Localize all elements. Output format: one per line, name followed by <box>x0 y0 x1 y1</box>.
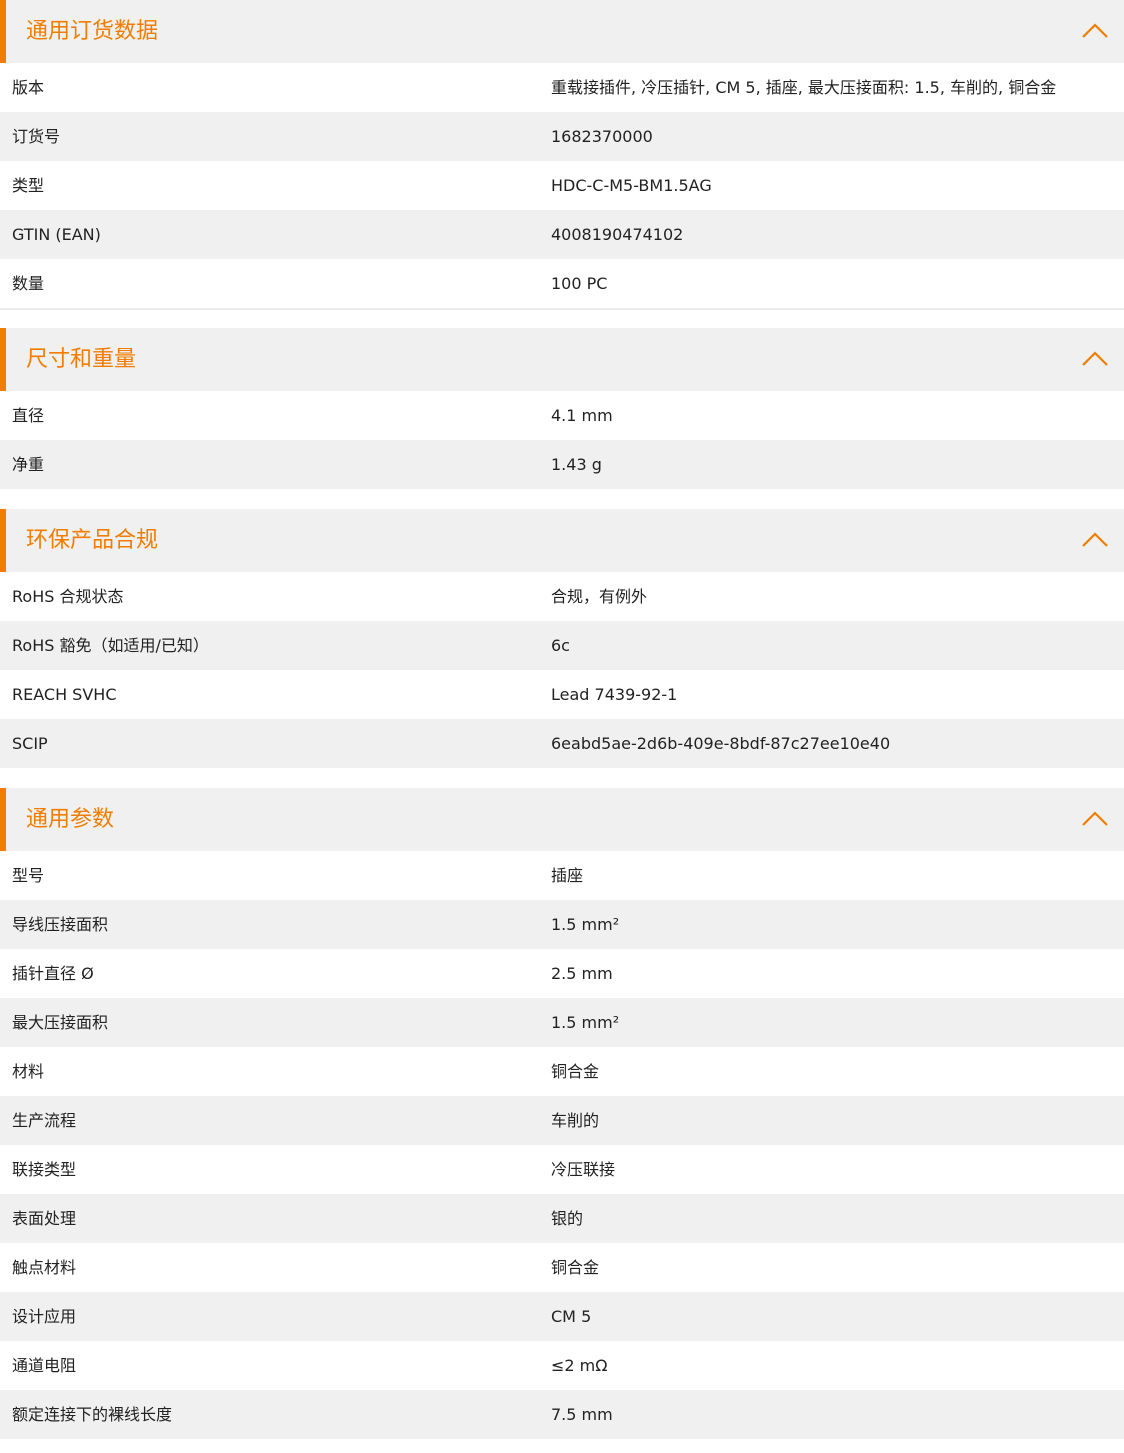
table-row: 数量 100 PC <box>0 259 1124 308</box>
table-row: 设计应用 CM 5 <box>0 1292 1124 1341</box>
chevron-up-icon[interactable] <box>1080 20 1110 42</box>
row-value: 6c <box>551 636 570 655</box>
row-label: 最大压接面积 <box>12 1013 109 1032</box>
section-title: 环保产品合规 <box>26 528 159 553</box>
row-label: 订货号 <box>12 127 61 146</box>
table-row: 生产流程 车削的 <box>0 1096 1124 1145</box>
row-label: GTIN (EAN) <box>12 225 101 244</box>
table-row: 联接类型 冷压联接 <box>0 1145 1124 1194</box>
row-label: 触点材料 <box>12 1258 77 1277</box>
row-label: 设计应用 <box>12 1307 77 1326</box>
row-value: CM 5 <box>551 1307 592 1326</box>
table-row: REACH SVHC Lead 7439-92-1 <box>0 670 1124 719</box>
row-label: 直径 <box>12 406 45 425</box>
row-value: 1.43 g <box>551 455 602 474</box>
row-label: RoHS 豁免（如适用/已知） <box>12 636 209 655</box>
table-row: RoHS 合规状态 合规，有例外 <box>0 572 1124 621</box>
table-row: RoHS 豁免（如适用/已知） 6c <box>0 621 1124 670</box>
table-row: SCIP 6eabd5ae-2d6b-409e-8bdf-87c27ee10e40 <box>0 719 1124 768</box>
row-value: 银的 <box>551 1209 584 1228</box>
row-label: SCIP <box>12 734 48 753</box>
section-accent-bar <box>0 0 6 63</box>
table-row: 导线压接面积 1.5 mm² <box>0 900 1124 949</box>
row-label: 生产流程 <box>12 1111 77 1130</box>
section-accent-bar <box>0 788 6 851</box>
row-value: 4008190474102 <box>551 225 684 244</box>
row-value: 铜合金 <box>551 1062 600 1081</box>
section-dimensions-weight: 尺寸和重量 直径 4.1 mm 净重 1.43 g <box>0 328 1124 489</box>
row-value: 合规，有例外 <box>551 587 648 606</box>
table-row: 型号 插座 <box>0 851 1124 900</box>
row-value: 7.5 mm <box>551 1405 613 1424</box>
table-row: GTIN (EAN) 4008190474102 <box>0 210 1124 259</box>
chevron-up-icon[interactable] <box>1080 348 1110 370</box>
table-row: 订货号 1682370000 <box>0 112 1124 161</box>
row-value: 2.5 mm <box>551 964 613 983</box>
section-divider <box>0 308 1124 310</box>
chevron-up-icon[interactable] <box>1080 808 1110 830</box>
row-label: 版本 <box>12 78 45 97</box>
row-label: 通道电阻 <box>12 1356 77 1375</box>
section-general-parameters: 通用参数 型号 插座 导线压接面积 1.5 mm² 插针直径 Ø 2.5 mm 最大压… <box>0 788 1124 1439</box>
row-value: ≤2 mΩ <box>551 1356 608 1375</box>
table-row: 净重 1.43 g <box>0 440 1124 489</box>
row-value: 4.1 mm <box>551 406 613 425</box>
section-header-environmental-compliance[interactable]: 环保产品合规 <box>0 509 1124 572</box>
table-row: 表面处理 银的 <box>0 1194 1124 1243</box>
row-value: 铜合金 <box>551 1258 600 1277</box>
row-label: 型号 <box>12 866 45 885</box>
section-title: 尺寸和重量 <box>26 347 137 372</box>
row-value: 车削的 <box>551 1111 600 1130</box>
table-row: 插针直径 Ø 2.5 mm <box>0 949 1124 998</box>
section-header-general-parameters[interactable]: 通用参数 <box>0 788 1124 851</box>
table-row: 最大压接面积 1.5 mm² <box>0 998 1124 1047</box>
row-label: RoHS 合规状态 <box>12 587 124 606</box>
row-value: Lead 7439-92-1 <box>551 685 678 704</box>
section-title: 通用参数 <box>26 807 115 832</box>
section-title: 通用订货数据 <box>26 19 159 44</box>
row-label: 插针直径 Ø <box>12 964 94 983</box>
row-label: 净重 <box>12 455 45 474</box>
row-label: 导线压接面积 <box>12 915 109 934</box>
section-accent-bar <box>0 328 6 391</box>
row-value: 重载接插件, 冷压插针, CM 5, 插座, 最大压接面积: 1.5, 车削的,… <box>551 78 1057 97</box>
row-value: HDC-C-M5-BM1.5AG <box>551 176 712 195</box>
section-general-ordering-data: 通用订货数据 版本 重载接插件, 冷压插针, CM 5, 插座, 最大压接面积: … <box>0 0 1124 310</box>
chevron-up-icon[interactable] <box>1080 529 1110 551</box>
row-label: 数量 <box>12 274 45 293</box>
table-row: 材料 铜合金 <box>0 1047 1124 1096</box>
row-value: 冷压联接 <box>551 1160 616 1179</box>
table-row: 额定连接下的裸线长度 7.5 mm <box>0 1390 1124 1439</box>
table-row: 触点材料 铜合金 <box>0 1243 1124 1292</box>
section-accent-bar <box>0 509 6 572</box>
row-label: 表面处理 <box>12 1209 77 1228</box>
table-row: 类型 HDC-C-M5-BM1.5AG <box>0 161 1124 210</box>
row-value: 100 PC <box>551 274 608 293</box>
row-value: 插座 <box>551 866 584 885</box>
table-row: 通道电阻 ≤2 mΩ <box>0 1341 1124 1390</box>
section-header-general-ordering-data[interactable]: 通用订货数据 <box>0 0 1124 63</box>
row-value: 1682370000 <box>551 127 653 146</box>
row-value: 1.5 mm² <box>551 915 620 934</box>
row-value: 1.5 mm² <box>551 1013 620 1032</box>
row-label: 类型 <box>12 176 45 195</box>
row-label: 联接类型 <box>12 1160 77 1179</box>
section-header-dimensions-weight[interactable]: 尺寸和重量 <box>0 328 1124 391</box>
row-value: 6eabd5ae-2d6b-409e-8bdf-87c27ee10e40 <box>551 734 891 753</box>
row-label: REACH SVHC <box>12 685 117 704</box>
table-row: 直径 4.1 mm <box>0 391 1124 440</box>
row-label: 材料 <box>12 1062 45 1081</box>
table-row: 版本 重载接插件, 冷压插针, CM 5, 插座, 最大压接面积: 1.5, 车削… <box>0 63 1124 112</box>
row-label: 额定连接下的裸线长度 <box>12 1405 173 1424</box>
section-environmental-compliance: 环保产品合规 RoHS 合规状态 合规，有例外 RoHS 豁免（如适用/已知） 6c… <box>0 509 1124 768</box>
